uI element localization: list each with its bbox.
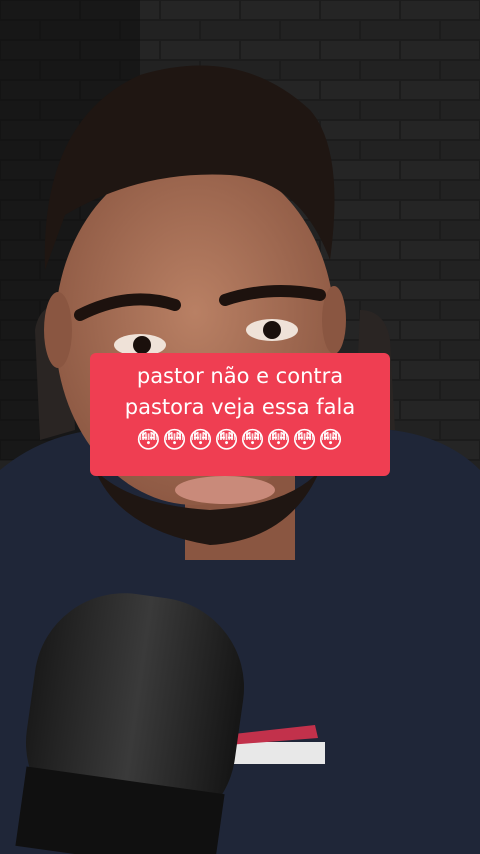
caption-line-1: pastor não e contra: [136, 364, 344, 388]
shirt-logo: [225, 742, 325, 764]
flushed-face-emojis: 😳😳😳😳😳😳😳😳: [135, 426, 345, 454]
caption-line-2: pastora veja essa fala: [124, 395, 356, 419]
caption-sticker: pastor não e contra pastora veja essa fa…: [90, 353, 390, 476]
